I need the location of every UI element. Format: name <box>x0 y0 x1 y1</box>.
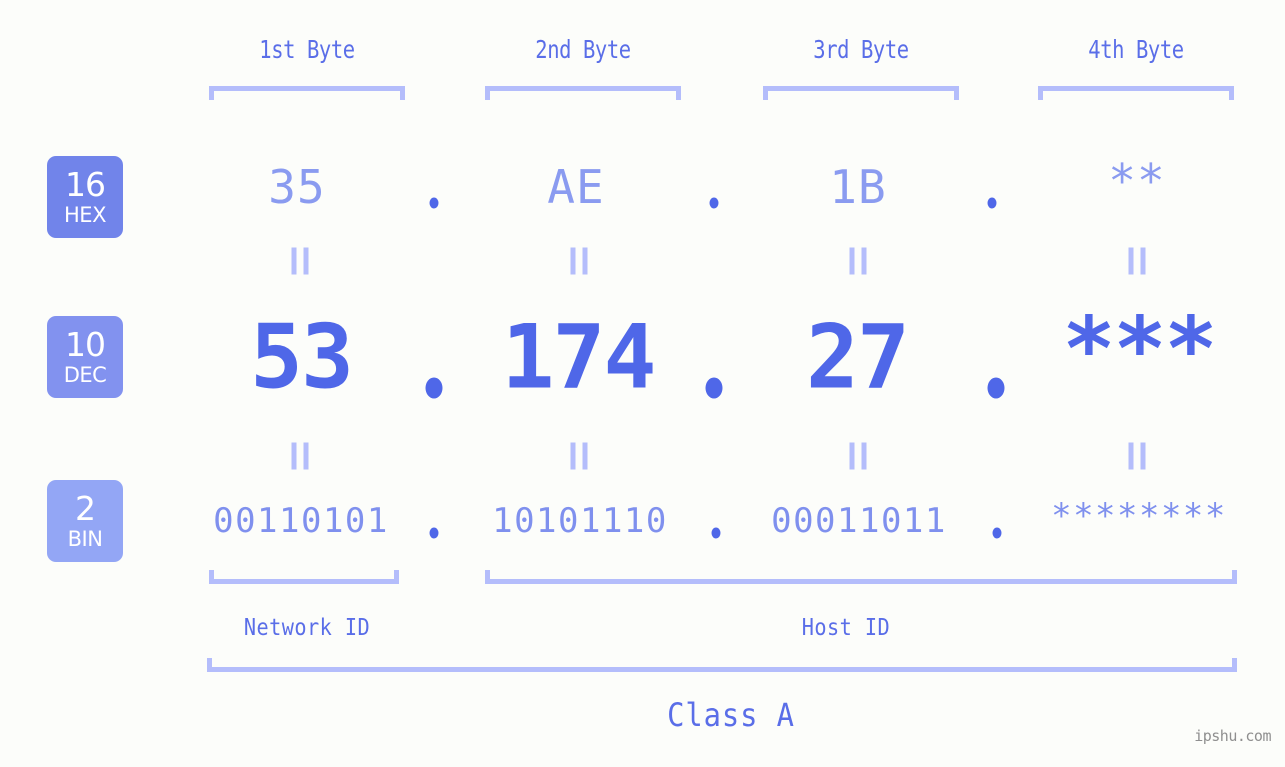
equals-mark-dec-bin-4 <box>1128 442 1146 470</box>
byte-bracket-1 <box>209 86 405 100</box>
byte-bracket-3 <box>763 86 959 100</box>
hex-separator-1 <box>429 197 439 209</box>
ip-breakdown-diagram: 1st Byte 2nd Byte 3rd Byte 4th Byte 16 H… <box>0 0 1285 767</box>
equals-mark-dec-bin-3 <box>849 442 867 470</box>
equals-mark-hex-dec-4 <box>1128 247 1146 275</box>
byte-bracket-4 <box>1038 86 1234 100</box>
class-bracket <box>207 658 1237 672</box>
hex-byte-1: 35 <box>268 160 326 214</box>
hex-separator-3 <box>987 197 997 209</box>
host-id-bracket <box>485 570 1237 584</box>
bin-separator-2 <box>711 527 721 539</box>
host-id-label: Host ID <box>801 615 891 641</box>
base-badge-bin: 2 BIN <box>47 480 123 562</box>
network-id-bracket <box>209 570 399 584</box>
hex-byte-2: AE <box>547 160 605 214</box>
base-badge-bin-name: BIN <box>67 527 103 551</box>
dec-byte-3: 27 <box>806 305 910 409</box>
dec-byte-4: *** <box>1062 297 1218 401</box>
dec-separator-3 <box>987 377 1005 399</box>
dec-separator-1 <box>425 377 443 399</box>
dec-separator-2 <box>705 377 723 399</box>
dec-byte-1: 53 <box>250 305 354 409</box>
bin-byte-2: 10101110 <box>492 501 668 541</box>
bin-separator-3 <box>992 527 1002 539</box>
base-badge-dec-name: DEC <box>63 363 107 387</box>
bin-byte-4: ******** <box>1051 496 1227 536</box>
byte-header-1: 1st Byte <box>259 35 355 64</box>
base-badge-dec: 10 DEC <box>47 316 123 398</box>
byte-header-2: 2nd Byte <box>535 35 631 64</box>
byte-header-3: 3rd Byte <box>813 35 909 64</box>
bin-byte-1: 00110101 <box>213 501 389 541</box>
byte-header-4: 4th Byte <box>1088 35 1184 64</box>
byte-bracket-2 <box>485 86 681 100</box>
base-badge-hex-number: 16 <box>65 165 106 204</box>
equals-mark-hex-dec-3 <box>849 247 867 275</box>
base-badge-hex: 16 HEX <box>47 156 123 238</box>
equals-mark-hex-dec-2 <box>570 247 588 275</box>
bin-byte-3: 00011011 <box>771 501 947 541</box>
dec-byte-2: 174 <box>501 305 657 409</box>
equals-mark-dec-bin-1 <box>291 442 309 470</box>
base-badge-bin-number: 2 <box>75 489 96 528</box>
hex-byte-4: ** <box>1108 154 1166 208</box>
equals-mark-hex-dec-1 <box>291 247 309 275</box>
class-label: Class A <box>667 696 795 734</box>
base-badge-dec-number: 10 <box>65 325 106 364</box>
hex-byte-3: 1B <box>829 160 887 214</box>
site-watermark: ipshu.com <box>1194 727 1271 745</box>
network-id-label: Network ID <box>243 615 371 641</box>
bin-separator-1 <box>429 527 439 539</box>
hex-separator-2 <box>709 197 719 209</box>
base-badge-hex-name: HEX <box>64 203 106 227</box>
equals-mark-dec-bin-2 <box>570 442 588 470</box>
